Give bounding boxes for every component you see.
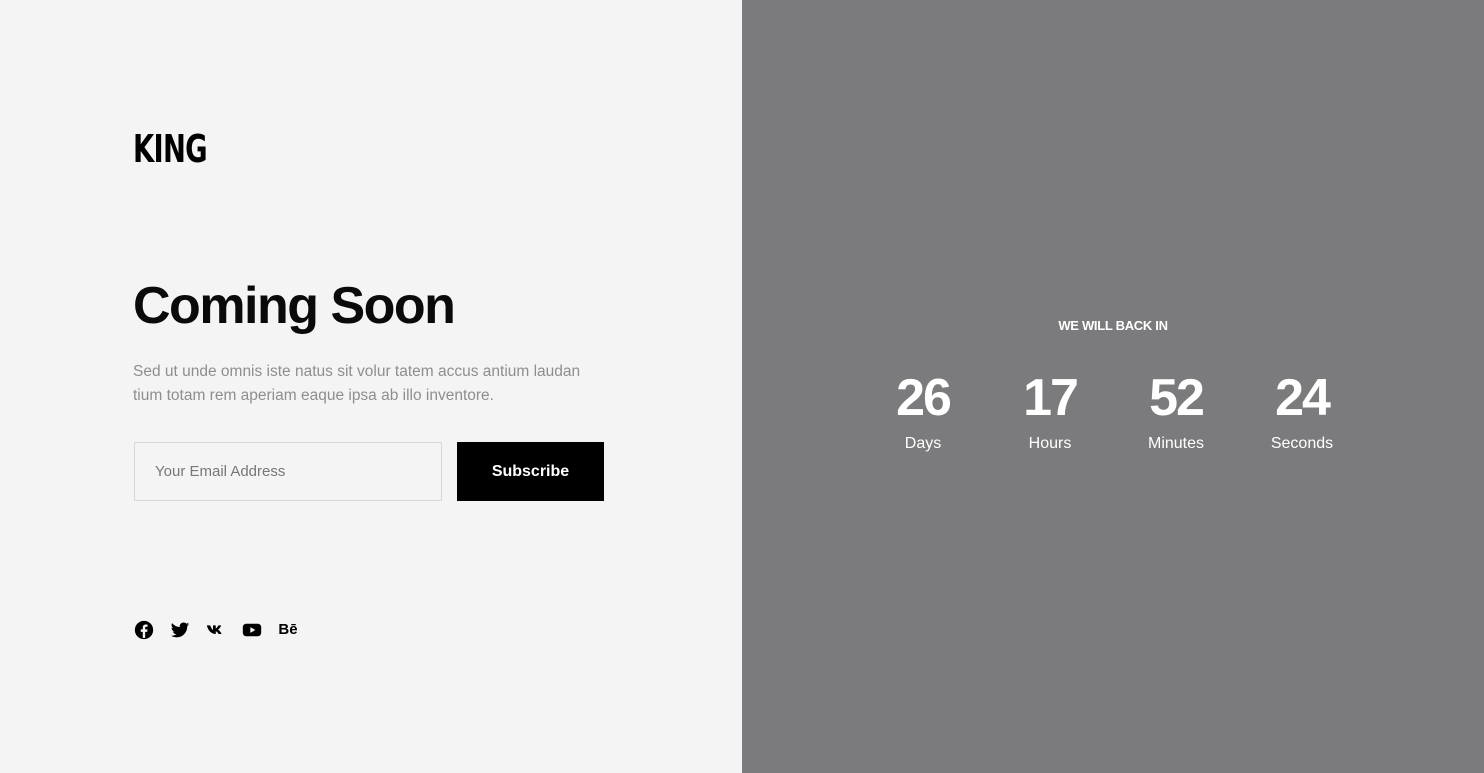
email-field[interactable]: [134, 442, 442, 501]
countdown-seconds: 24 Seconds: [1239, 368, 1365, 454]
seconds-label: Seconds: [1270, 435, 1334, 452]
vk-link[interactable]: [206, 620, 226, 640]
left-panel: KING Coming Soon Sed ut unde omnis iste …: [0, 0, 742, 773]
hours-label: Hours: [1028, 435, 1072, 452]
hero-description: Sed ut unde omnis iste natus sit volur t…: [133, 363, 581, 404]
minutes-label: Minutes: [1147, 435, 1205, 452]
vk-icon: [206, 625, 222, 634]
brand-logo[interactable]: KING: [133, 130, 208, 168]
countdown-hours: 17 Hours: [987, 368, 1113, 454]
social-links: Bē: [134, 620, 298, 640]
countdown-minutes: 52 Minutes: [1113, 368, 1239, 454]
twitter-link[interactable]: [170, 620, 190, 640]
countdown-panel: WE WILL BACK IN 26 Days 17 Hours 52 Minu…: [742, 0, 1484, 773]
seconds-value: 24: [1275, 369, 1331, 427]
twitter-icon: [170, 622, 190, 638]
facebook-icon: [134, 620, 154, 640]
youtube-link[interactable]: [242, 620, 262, 640]
hours-value: 17: [1023, 369, 1079, 427]
youtube-icon: [242, 623, 262, 637]
countdown-days: 26 Days: [860, 368, 986, 454]
facebook-link[interactable]: [134, 620, 154, 640]
behance-icon: Bē: [278, 621, 298, 638]
behance-link[interactable]: Bē: [278, 620, 298, 640]
subscribe-button[interactable]: Subscribe: [457, 442, 604, 501]
days-value: 26: [896, 369, 952, 427]
page-title: Coming Soon: [133, 277, 456, 335]
coming-soon-page: KING Coming Soon Sed ut unde omnis iste …: [0, 0, 1484, 773]
minutes-value: 52: [1149, 369, 1205, 427]
countdown-label: WE WILL BACK IN: [1058, 318, 1168, 333]
days-label: Days: [904, 435, 942, 452]
